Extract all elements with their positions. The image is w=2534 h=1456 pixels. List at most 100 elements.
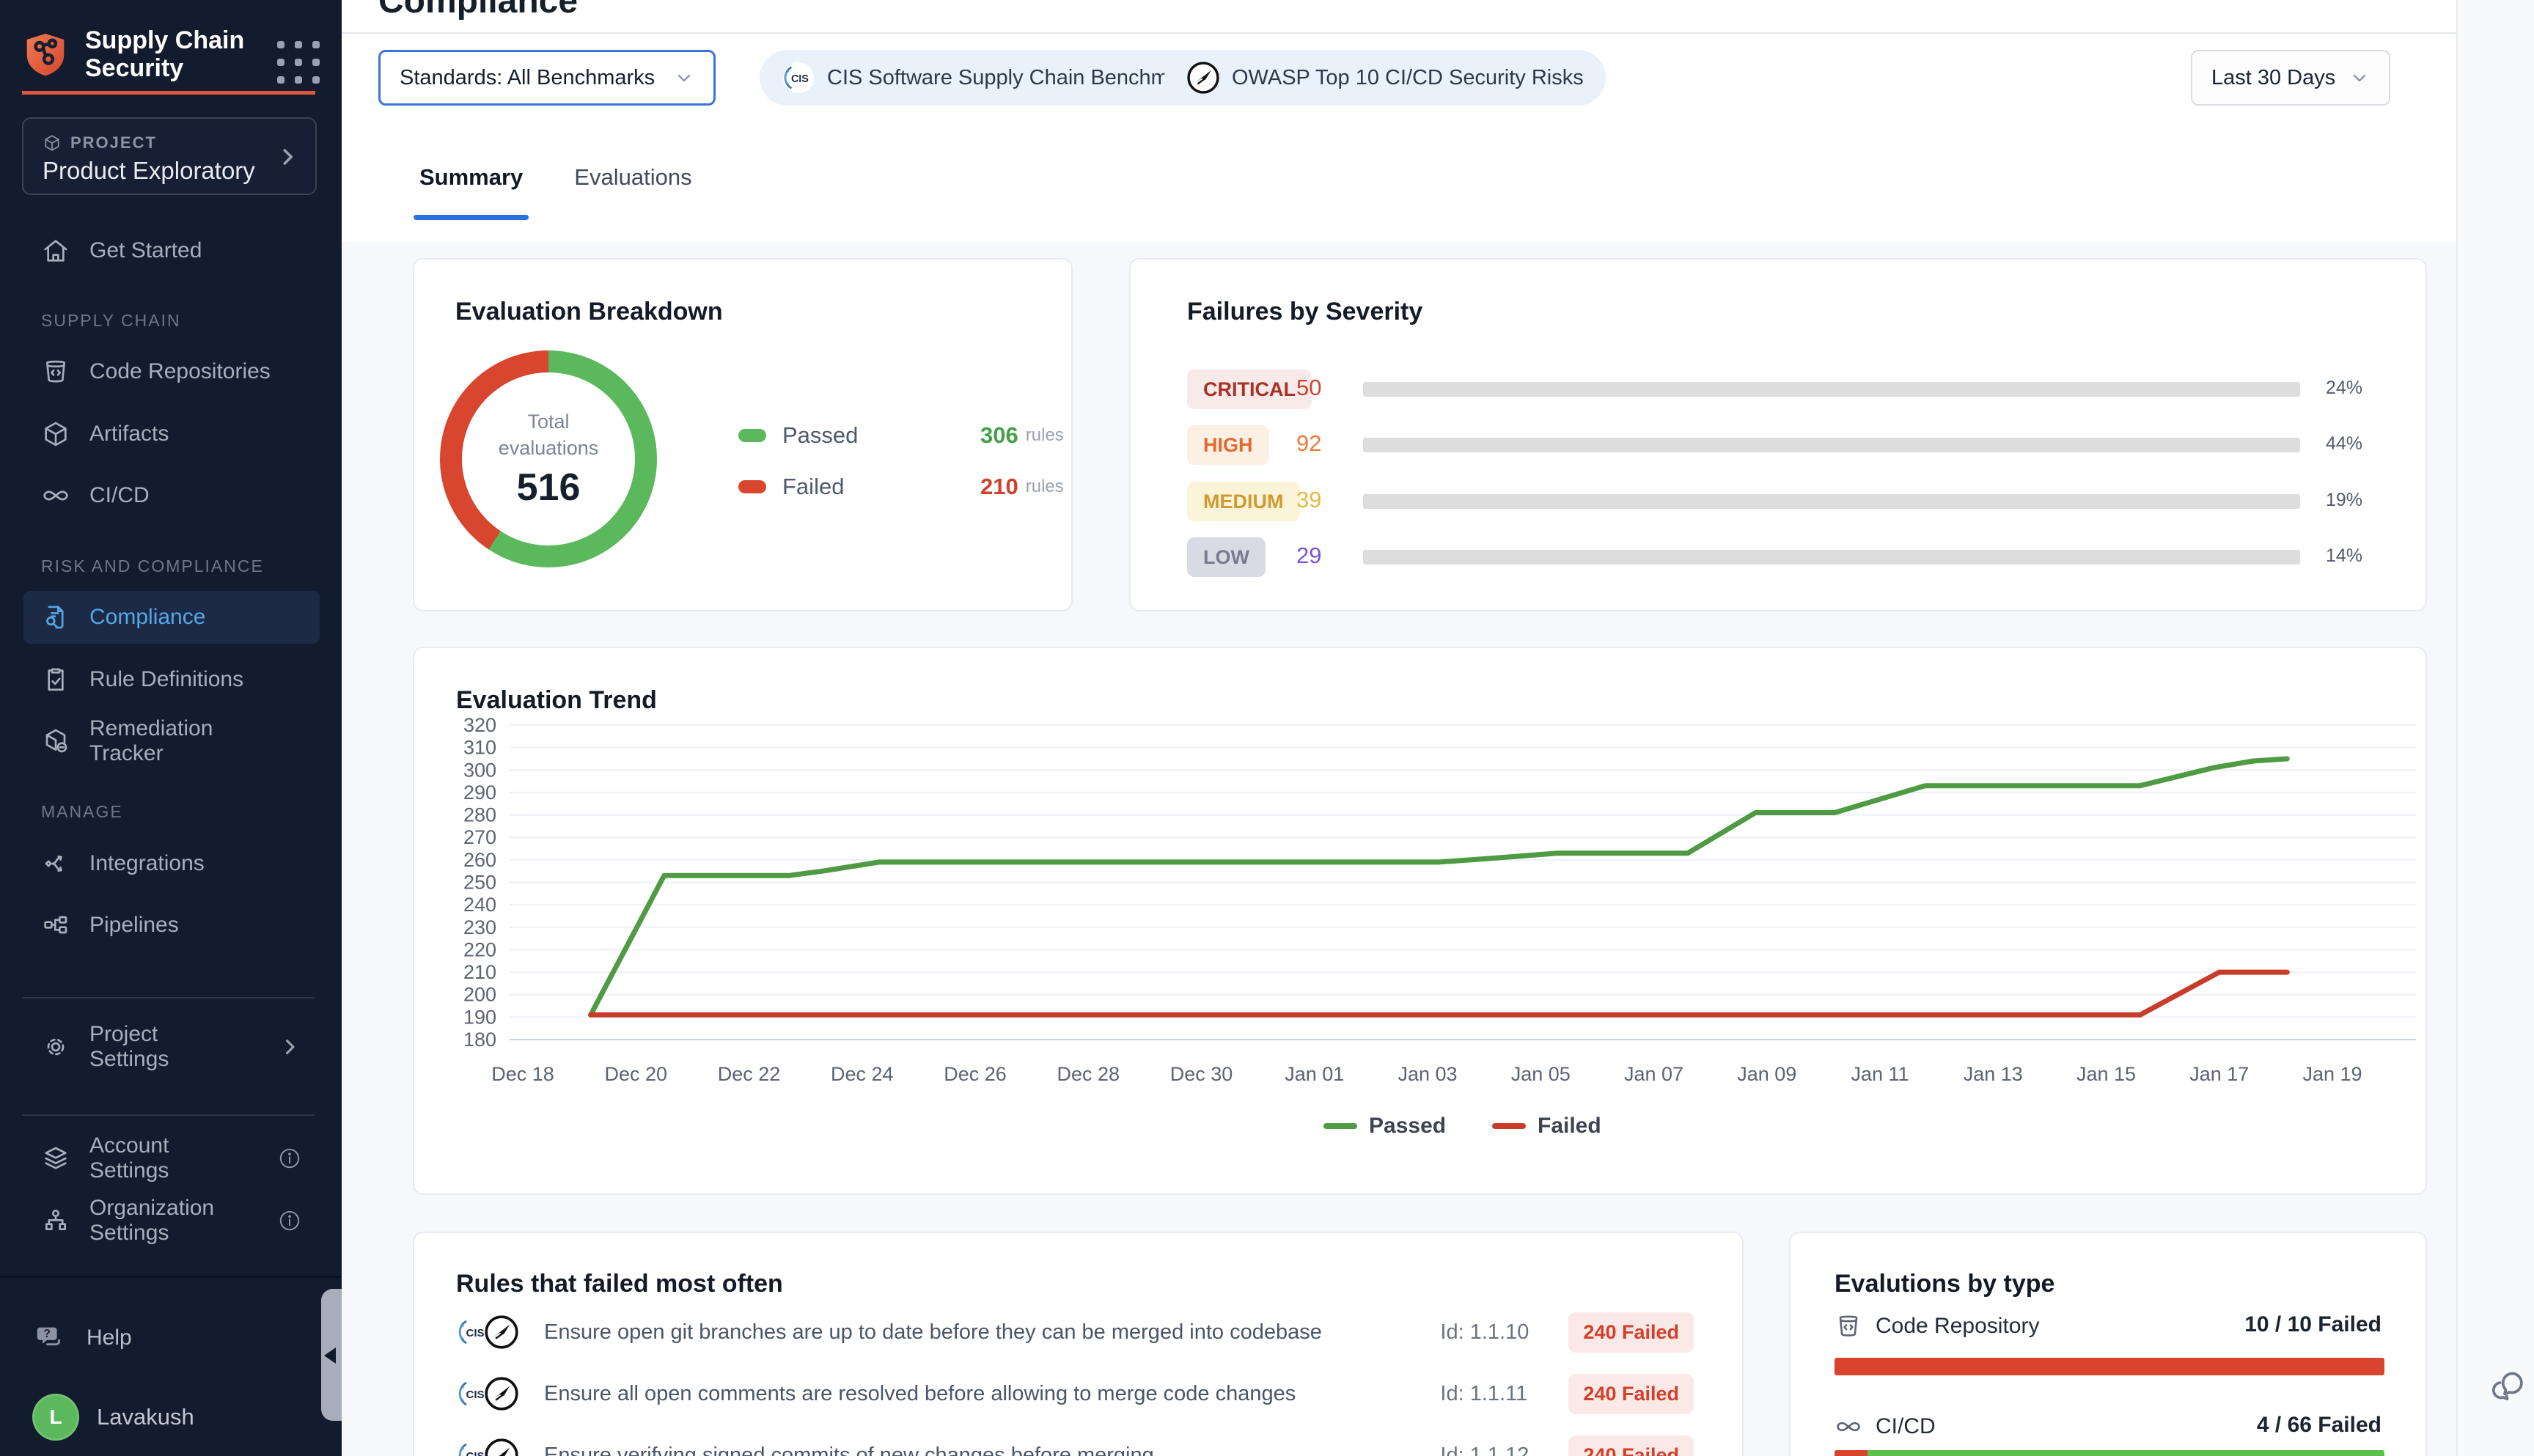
filter-chip-owasp[interactable]: OWASP Top 10 CI/CD Security Risks xyxy=(1164,50,1606,106)
svg-text:Jan 07: Jan 07 xyxy=(1624,1063,1683,1085)
sidebar-user[interactable]: L Lavakush xyxy=(32,1388,194,1446)
sidebar-item-label: Get Started xyxy=(89,238,202,263)
donut-total: 516 xyxy=(517,466,581,510)
rule-row[interactable]: CISEnsure all open comments are resolved… xyxy=(456,1370,1703,1417)
svg-text:Jan 17: Jan 17 xyxy=(2189,1063,2249,1085)
svg-text:Jan 15: Jan 15 xyxy=(2076,1063,2136,1085)
type-progress-bar xyxy=(1835,1450,2384,1456)
sidebar-section-label-risk-and-compliance: RISK AND COMPLIANCE xyxy=(41,554,264,578)
sidebar-item-compliance[interactable]: Compliance xyxy=(23,591,320,644)
header-divider xyxy=(342,32,2456,34)
chevron-down-icon xyxy=(2349,67,2370,88)
passed-segment xyxy=(1868,1450,2384,1456)
svg-text:Jan 01: Jan 01 xyxy=(1285,1063,1344,1085)
type-label-ci-cd: CI/CD xyxy=(1835,1413,1936,1441)
rule-failed-badge: 240 Failed xyxy=(1568,1374,1694,1414)
svg-text:Passed: Passed xyxy=(1369,1114,1446,1138)
cube-icon xyxy=(43,133,62,152)
sidebar-item-pipelines[interactable]: Pipelines xyxy=(23,899,320,952)
chat-bubbles-icon[interactable] xyxy=(2487,1367,2528,1408)
sidebar-item-ci-cd[interactable]: CI/CD xyxy=(23,469,320,522)
severity-count: 50 xyxy=(1296,375,1321,401)
severity-row-critical: CRITICAL5024% xyxy=(1131,361,2425,417)
rule-row[interactable]: CISEnsure verifying signed commits of ne… xyxy=(456,1432,1703,1456)
rule-text: Ensure verifying signed commits of new c… xyxy=(544,1444,1440,1456)
chevron-right-icon xyxy=(274,144,301,170)
clipboard-check-icon xyxy=(41,665,70,694)
type-label-code-repository: Code Repository xyxy=(1835,1312,2039,1340)
tab-evaluations[interactable]: Evaluations xyxy=(568,154,697,220)
svg-text:210: 210 xyxy=(463,961,496,983)
tab-summary[interactable]: Summary xyxy=(414,154,529,220)
rule-id: Id: 1.1.11 xyxy=(1440,1382,1568,1406)
help-label: Help xyxy=(87,1326,132,1350)
page-title: Compliance xyxy=(378,0,578,21)
rule-text: Ensure open git branches are up to date … xyxy=(544,1320,1440,1345)
svg-text:260: 260 xyxy=(463,849,496,871)
sidebar-item-integrations[interactable]: Integrations xyxy=(23,837,320,890)
svg-text:Dec 24: Dec 24 xyxy=(831,1063,894,1085)
sidebar-item-get-started[interactable]: Get Started xyxy=(23,224,320,277)
rule-id: Id: 1.1.12 xyxy=(1440,1444,1568,1456)
svg-text:Dec 20: Dec 20 xyxy=(604,1063,667,1085)
svg-text:Dec 28: Dec 28 xyxy=(1057,1063,1120,1085)
severity-count: 92 xyxy=(1296,430,1321,457)
failed-count: 210 xyxy=(980,474,1018,500)
sidebar-section-label-manage: MANAGE xyxy=(41,799,123,824)
sidebar-item-code-repositories[interactable]: Code Repositories xyxy=(23,345,320,398)
card-title: Evaluation Breakdown xyxy=(455,298,723,326)
sidebar-item-remediation-tracker[interactable]: Remediation Tracker xyxy=(23,715,320,768)
sidebar-item-label: Project Settings xyxy=(89,1022,239,1072)
svg-text:230: 230 xyxy=(463,916,496,938)
card-title: Failures by Severity xyxy=(1187,298,1422,326)
apps-grid-icon[interactable] xyxy=(277,41,326,89)
svg-text:Failed: Failed xyxy=(1538,1114,1601,1138)
brand-accent-bar xyxy=(22,91,315,95)
svg-text:Dec 26: Dec 26 xyxy=(944,1063,1007,1085)
failed-segment xyxy=(1835,1358,2384,1375)
date-range-dropdown[interactable]: Last 30 Days xyxy=(2191,50,2390,106)
svg-text:240: 240 xyxy=(463,894,496,916)
svg-text:Jan 03: Jan 03 xyxy=(1398,1063,1457,1085)
sidebar-collapse-handle[interactable] xyxy=(321,1289,342,1421)
project-selector[interactable]: PROJECT Product Exploratory xyxy=(22,117,317,195)
pipelines-icon xyxy=(41,911,70,940)
svg-text:Jan 11: Jan 11 xyxy=(1851,1063,1909,1085)
sidebar-item-organization-settings[interactable]: Organization Settings xyxy=(23,1194,320,1247)
project-name: Product Exploratory xyxy=(43,157,255,185)
svg-text:Dec 30: Dec 30 xyxy=(1170,1063,1233,1085)
chevron-right-icon xyxy=(277,1034,302,1059)
svg-text:Jan 19: Jan 19 xyxy=(2302,1063,2362,1085)
info-icon xyxy=(277,1146,302,1171)
sidebar-item-help[interactable]: ? Help xyxy=(32,1312,132,1364)
severity-row-high: HIGH9244% xyxy=(1131,417,2425,473)
card-title: Evalutions by type xyxy=(1835,1270,2054,1298)
svg-text:270: 270 xyxy=(463,826,496,848)
svg-text:CIS: CIS xyxy=(466,1389,484,1401)
card-failures-by-severity: Failures by Severity CRITICAL5024%HIGH92… xyxy=(1129,258,2427,611)
svg-text:200: 200 xyxy=(463,984,496,1006)
sidebar-item-artifacts[interactable]: Artifacts xyxy=(23,408,320,460)
sidebar-item-label: Compliance xyxy=(89,605,205,630)
type-status: 4 / 66 Failed xyxy=(2257,1413,2381,1438)
sidebar-bottom-panel: ? Help L Lavakush xyxy=(0,1276,342,1456)
sidebar-item-project-settings[interactable]: Project Settings xyxy=(23,1021,320,1073)
standards-filter-dropdown[interactable]: Standards: All Benchmarks xyxy=(378,50,716,106)
sidebar-item-label: Code Repositories xyxy=(89,359,271,384)
layers-icon xyxy=(41,1144,70,1173)
rule-row[interactable]: CISEnsure open git branches are up to da… xyxy=(456,1309,1703,1356)
failed-legend-label: Failed xyxy=(782,474,980,500)
sidebar-item-label: CI/CD xyxy=(89,483,150,508)
severity-badge: LOW xyxy=(1187,537,1266,577)
chevron-down-icon xyxy=(674,67,694,88)
sidebar-item-label: Integrations xyxy=(89,851,205,876)
sidebar-item-account-settings[interactable]: Account Settings xyxy=(23,1132,320,1185)
filter-row: Standards: All Benchmarks CIS CIS Softwa… xyxy=(342,44,2456,114)
project-label: PROJECT xyxy=(70,133,157,152)
filter-chip-owasp-label: OWASP Top 10 CI/CD Security Risks xyxy=(1232,66,1584,90)
sidebar-item-rule-definitions[interactable]: Rule Definitions xyxy=(23,653,320,706)
legend-row-failed: Failed 210 rules xyxy=(738,474,1064,500)
type-progress-bar xyxy=(1835,1358,2384,1375)
user-name: Lavakush xyxy=(97,1404,194,1430)
svg-text:280: 280 xyxy=(463,804,496,826)
